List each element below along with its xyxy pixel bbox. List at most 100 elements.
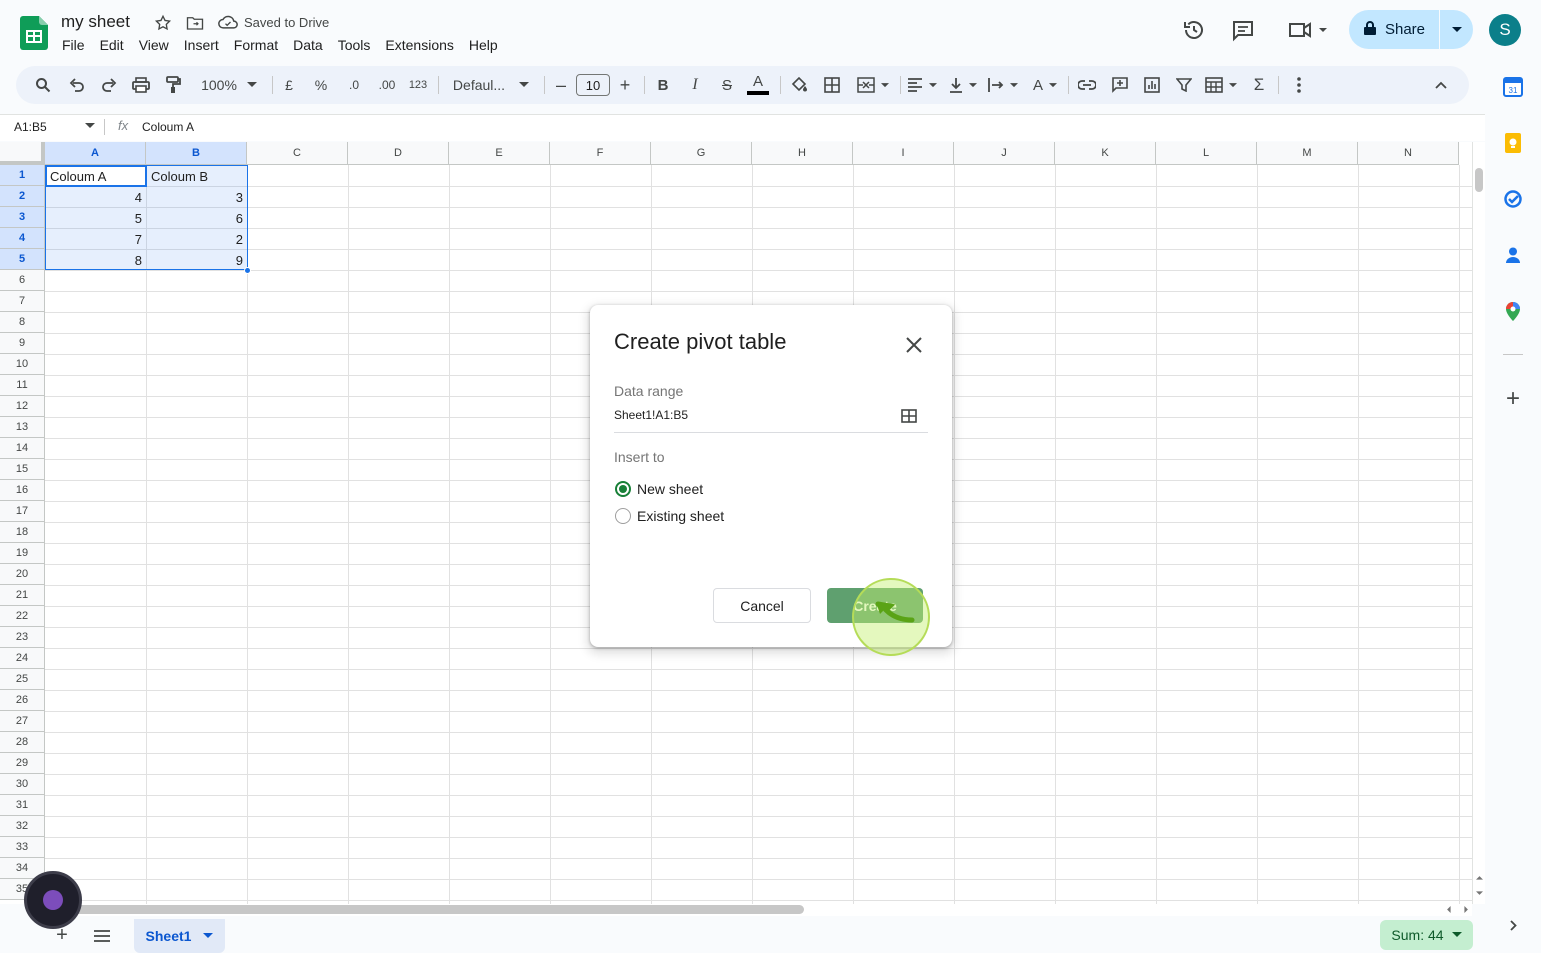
fill-color-icon[interactable] [788, 66, 810, 104]
row-header[interactable]: 20 [0, 564, 45, 585]
cell[interactable]: Coloum A [46, 166, 146, 187]
vertical-scroll-thumb[interactable] [1475, 168, 1483, 192]
column-header[interactable]: I [853, 142, 954, 165]
insert-chart-icon[interactable] [1141, 66, 1163, 104]
row-header[interactable]: 32 [0, 816, 45, 837]
row-header[interactable]: 25 [0, 669, 45, 690]
cell[interactable]: 6 [147, 208, 247, 229]
vertical-align-icon[interactable] [946, 66, 980, 104]
row-header[interactable]: 5 [0, 249, 45, 270]
scroll-right-icon[interactable] [1461, 905, 1471, 914]
scroll-down-icon[interactable] [1475, 889, 1483, 897]
functions-icon[interactable]: Σ [1248, 66, 1270, 104]
currency-format-button[interactable]: £ [278, 66, 300, 104]
text-rotation-icon[interactable]: A [1028, 66, 1062, 104]
row-header[interactable]: 21 [0, 585, 45, 606]
row-header[interactable]: 22 [0, 606, 45, 627]
share-main[interactable]: Share [1349, 10, 1439, 49]
number-format-button[interactable]: 123 [406, 66, 430, 104]
avatar[interactable]: S [1489, 14, 1521, 46]
row-header[interactable]: 7 [0, 291, 45, 312]
menu-tools[interactable]: Tools [338, 37, 371, 53]
keep-icon[interactable] [1503, 133, 1523, 153]
contacts-icon[interactable] [1503, 245, 1523, 265]
row-header[interactable]: 26 [0, 690, 45, 711]
row-header[interactable]: 30 [0, 774, 45, 795]
decrease-font-size-icon[interactable]: – [552, 66, 570, 104]
menu-edit[interactable]: Edit [100, 37, 124, 53]
cancel-button[interactable]: Cancel [713, 588, 811, 623]
menu-help[interactable]: Help [469, 37, 498, 53]
column-header[interactable]: H [752, 142, 853, 165]
more-options-icon[interactable] [1288, 66, 1310, 104]
cell[interactable]: Coloum B [147, 166, 247, 187]
increase-font-size-icon[interactable]: + [616, 66, 634, 104]
cell[interactable]: 2 [147, 229, 247, 250]
column-header[interactable]: A [45, 142, 146, 165]
row-header[interactable]: 1 [0, 165, 45, 186]
filter-views-icon[interactable] [1203, 66, 1239, 104]
decrease-decimal-button[interactable]: .0 [342, 66, 366, 104]
row-header[interactable]: 10 [0, 354, 45, 375]
cell[interactable]: 4 [46, 187, 146, 208]
borders-icon[interactable] [821, 66, 843, 104]
fill-handle[interactable] [244, 267, 251, 274]
text-wrapping-icon[interactable] [986, 66, 1020, 104]
screen-recorder-button[interactable] [24, 871, 82, 929]
row-header[interactable]: 12 [0, 396, 45, 417]
undo-icon[interactable] [66, 66, 88, 104]
row-header[interactable]: 23 [0, 627, 45, 648]
row-header[interactable]: 29 [0, 753, 45, 774]
row-header[interactable]: 4 [0, 228, 45, 249]
column-header[interactable]: G [651, 142, 752, 165]
cell[interactable]: 3 [147, 187, 247, 208]
insert-link-icon[interactable] [1076, 66, 1098, 104]
bold-icon[interactable]: B [652, 66, 674, 104]
option-existing-sheet[interactable]: Existing sheet [615, 508, 724, 524]
name-box[interactable]: A1:B5 [14, 120, 47, 134]
scroll-left-icon[interactable] [1443, 905, 1453, 914]
cell[interactable]: 8 [46, 250, 146, 271]
add-addon-icon[interactable]: + [1503, 385, 1523, 412]
row-header[interactable]: 9 [0, 333, 45, 354]
all-sheets-icon[interactable] [92, 926, 112, 946]
column-header[interactable]: C [247, 142, 348, 165]
move-folder-icon[interactable] [185, 13, 205, 33]
column-header[interactable]: L [1156, 142, 1257, 165]
cell[interactable]: 7 [46, 229, 146, 250]
font-select[interactable]: Defaul... [450, 66, 532, 104]
comments-icon[interactable] [1229, 16, 1257, 44]
formula-input[interactable]: Coloum A [142, 120, 194, 134]
column-header[interactable]: E [449, 142, 550, 165]
menu-extensions[interactable]: Extensions [385, 37, 453, 53]
strikethrough-icon[interactable]: S [716, 66, 738, 104]
paint-format-icon[interactable] [162, 66, 184, 104]
maps-icon[interactable] [1503, 301, 1523, 321]
row-header[interactable]: 31 [0, 795, 45, 816]
meet-icon[interactable] [1284, 16, 1332, 44]
row-header[interactable]: 33 [0, 837, 45, 858]
percent-format-button[interactable]: % [310, 66, 332, 104]
option-new-sheet[interactable]: New sheet [615, 481, 703, 497]
calendar-icon[interactable]: 31 [1503, 77, 1523, 97]
print-icon[interactable] [130, 66, 152, 104]
row-header[interactable]: 19 [0, 543, 45, 564]
text-color-icon[interactable]: A [746, 66, 770, 104]
italic-icon[interactable]: I [684, 66, 706, 104]
font-size-input[interactable]: 10 [576, 74, 610, 96]
cell[interactable]: 9 [147, 250, 247, 271]
vertical-scrollbar[interactable] [1472, 142, 1485, 904]
scroll-up-icon[interactable] [1475, 873, 1483, 881]
data-range-input[interactable]: Sheet1!A1:B5 [614, 408, 688, 422]
menu-format[interactable]: Format [234, 37, 278, 53]
radio-existing-sheet[interactable] [615, 508, 631, 524]
close-icon[interactable] [903, 334, 925, 356]
sum-indicator[interactable]: Sum: 44 [1380, 920, 1473, 950]
name-box-dropdown-icon[interactable] [84, 122, 96, 130]
merge-cells-icon[interactable] [852, 66, 894, 104]
row-header[interactable]: 2 [0, 186, 45, 207]
row-header[interactable]: 13 [0, 417, 45, 438]
row-header[interactable]: 27 [0, 711, 45, 732]
row-header[interactable]: 24 [0, 648, 45, 669]
tasks-icon[interactable] [1503, 189, 1523, 209]
